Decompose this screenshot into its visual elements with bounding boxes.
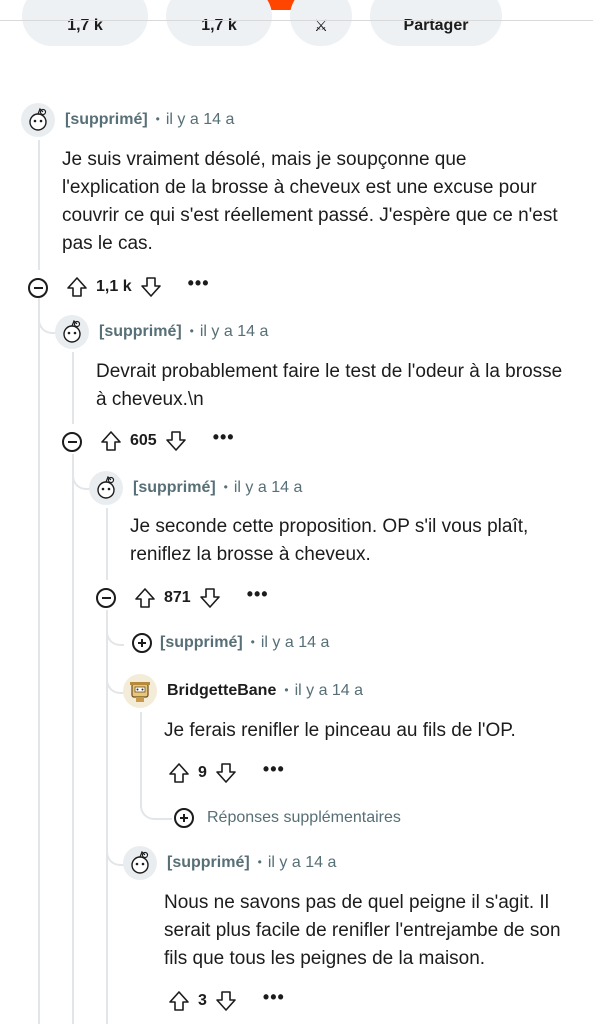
comment-time: • il y a 14 a [223,479,303,496]
vote-count: 871 [164,589,191,606]
thread-line [106,508,108,580]
comment-time-text: il y a 14 a [267,854,337,871]
vote-row: 1,1 k ••• [66,272,210,302]
comment-time: • il y a 14 a [155,111,235,128]
comment-body: Je ferais renifler le pinceau au fils de… [164,720,516,741]
divider [0,20,593,21]
upvote-icon[interactable] [134,587,156,609]
more-replies-icon[interactable] [174,808,194,828]
more-options-button[interactable]: ••• [247,584,269,605]
comment-time-text: il y a 14 a [165,111,235,128]
comment-time-text: il y a 14 a [260,634,330,651]
upvote-icon[interactable] [66,276,88,298]
upvote-icon[interactable] [100,430,122,452]
collapse-thread-button[interactable] [28,278,48,298]
comment-time-text: il y a 14 a [233,479,303,496]
comment-time-text: il y a 14 a [294,682,364,699]
post-comments-pill[interactable]: 1,7 k [166,0,272,46]
comment-body: Je suis vraiment désolé, mais je soupçon… [62,149,558,254]
comment-body: Nous ne savons pas de quel peigne il s'a… [164,892,561,969]
thread-curve [38,298,56,334]
thread-line [72,352,74,424]
post-action-bar: 1,7 k 1,7 k ⚔ Partager [0,0,593,48]
vote-count: 3 [198,992,207,1009]
comment-author[interactable]: [supprimé] [133,479,216,497]
deleted-user-avatar[interactable] [55,315,89,349]
deleted-user-avatar[interactable] [21,103,55,137]
upvote-icon[interactable] [168,762,190,784]
comment-header: BridgetteBane • il y a 14 a [123,673,363,709]
expand-thread-button[interactable] [132,633,152,653]
more-options-button[interactable]: ••• [263,759,285,780]
post-vote-pill[interactable]: 1,7 k [22,0,148,46]
more-options-button[interactable]: ••• [213,427,235,448]
comment-author[interactable]: [supprimé] [65,111,148,129]
comment-time-text: il y a 14 a [199,323,269,340]
vote-row: 871 ••• [134,583,269,613]
comment-time: • il y a 14 a [250,634,330,651]
vote-row: 605 ••• [100,426,235,456]
comment-header: [supprimé] • il y a 14 a [160,625,329,661]
more-replies-link[interactable]: Réponses supplémentaires [207,809,401,827]
share-button[interactable]: Partager [370,0,502,46]
thread-line [72,456,74,1024]
comment-body: Je seconde cette proposition. OP s'il vo… [130,516,529,565]
thread-line [38,140,40,270]
collapse-thread-button[interactable] [62,432,82,452]
comment-time: • il y a 14 a [189,323,269,340]
vote-row: 9 ••• [168,758,285,788]
deleted-user-avatar[interactable] [123,846,157,880]
vote-count: 1,1 k [96,278,132,295]
vote-count: 605 [130,432,157,449]
vote-row: 3 ••• [168,986,285,1016]
comment-author[interactable]: [supprimé] [99,323,182,341]
comment-time: • il y a 14 a [257,854,337,871]
upvote-icon[interactable] [168,990,190,1012]
downvote-icon[interactable] [199,587,221,609]
comment-header: [supprimé] • il y a 14 a [21,102,234,138]
downvote-icon[interactable] [165,430,187,452]
downvote-icon[interactable] [215,990,237,1012]
comment-header: [supprimé] • il y a 14 a [89,470,302,506]
comment-time: • il y a 14 a [284,682,364,699]
comment-author[interactable]: [supprimé] [160,634,243,652]
thread-line [38,300,40,1024]
comment-header: [supprimé] • il y a 14 a [123,845,336,881]
more-options-button[interactable]: ••• [263,987,285,1008]
more-options-button[interactable]: ••• [188,273,210,294]
vote-count: 9 [198,764,207,781]
award-icon: ⚔ [313,18,329,35]
collapse-thread-button[interactable] [96,588,116,608]
thread-curve [140,790,172,820]
thread-curve [106,640,124,694]
thread-curve [72,454,90,490]
comment-author[interactable]: [supprimé] [167,854,250,872]
comment-header: [supprimé] • il y a 14 a [55,314,268,350]
thread-curve [106,830,124,866]
award-button[interactable]: ⚔ [290,0,352,46]
comment-body: Devrait probablement faire le test de l'… [96,361,563,410]
user-avatar[interactable] [123,674,157,708]
comment-author[interactable]: BridgetteBane [167,682,276,700]
downvote-icon[interactable] [140,276,162,298]
downvote-icon[interactable] [215,762,237,784]
deleted-user-avatar[interactable] [89,471,123,505]
